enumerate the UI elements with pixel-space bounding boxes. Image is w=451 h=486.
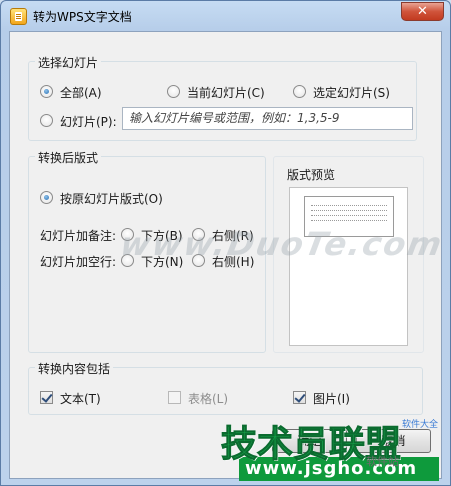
dialog-client-area: 选择幻灯片 全部(A) 当前幻灯片(C) 选定幻灯片(S) 幻灯片(P): 输入…	[9, 31, 442, 479]
radio-selected-slides[interactable]	[293, 85, 306, 98]
checkbox-table-label: 表格(L)	[188, 392, 229, 406]
radio-current-slide-label[interactable]: 当前幻灯片(C)	[187, 84, 265, 101]
layout-preview-box	[289, 187, 408, 346]
radio-slide-range[interactable]	[40, 114, 53, 127]
slide-thumbnail	[304, 196, 394, 237]
close-button[interactable]: ✕	[401, 2, 444, 21]
select-slides-group-title: 选择幻灯片	[35, 54, 102, 71]
radio-all[interactable]	[40, 85, 53, 98]
radio-notes-right-label[interactable]: 右侧(R)	[212, 227, 254, 244]
content-group-title: 转换内容包括	[35, 360, 114, 377]
radio-notes-below[interactable]	[121, 228, 134, 241]
confirm-button[interactable]: 确定	[272, 429, 347, 453]
cancel-button[interactable]: 取消	[356, 429, 431, 453]
checkbox-text-label[interactable]: 文本(T)	[60, 390, 101, 407]
radio-blank-right-label[interactable]: 右侧(H)	[212, 253, 254, 270]
radio-all-label[interactable]: 全部(A)	[60, 84, 102, 101]
thumb-line	[311, 210, 387, 211]
layout-group-title: 转换后版式	[35, 149, 102, 166]
thumb-line	[311, 205, 387, 206]
radio-slide-range-label[interactable]: 幻灯片(P):	[60, 113, 117, 130]
radio-notes-below-label[interactable]: 下方(B)	[141, 227, 183, 244]
radio-original-layout[interactable]	[40, 191, 53, 204]
radio-blank-below-label[interactable]: 下方(N)	[141, 253, 183, 270]
checkbox-table	[168, 391, 181, 404]
thumb-line	[311, 215, 387, 216]
checkbox-text[interactable]	[40, 391, 53, 404]
dialog-window: 转为WPS文字文档 ✕ 选择幻灯片 全部(A) 当前幻灯片(C) 选定幻灯片(S…	[0, 0, 451, 486]
radio-blank-right[interactable]	[192, 254, 205, 267]
blank-lines-label: 幻灯片加空行:	[40, 255, 117, 269]
radio-selected-slides-label[interactable]: 选定幻灯片(S)	[313, 84, 390, 101]
window-title: 转为WPS文字文档	[33, 10, 132, 24]
title-bar[interactable]: 转为WPS文字文档 ✕	[1, 1, 450, 31]
wps-document-icon	[10, 8, 27, 25]
notes-label: 幻灯片加备注:	[40, 229, 117, 243]
radio-notes-right[interactable]	[192, 228, 205, 241]
radio-blank-below[interactable]	[121, 254, 134, 267]
thumb-line	[311, 220, 387, 221]
radio-original-layout-label[interactable]: 按原幻灯片版式(O)	[60, 190, 163, 207]
slide-range-input[interactable]: 输入幻灯片编号或范围，例如：1,3,5-9	[122, 107, 413, 130]
checkbox-image-label[interactable]: 图片(I)	[313, 390, 350, 407]
radio-current-slide[interactable]	[167, 85, 180, 98]
preview-group-title: 版式预览	[284, 166, 339, 183]
checkbox-image[interactable]	[293, 391, 306, 404]
